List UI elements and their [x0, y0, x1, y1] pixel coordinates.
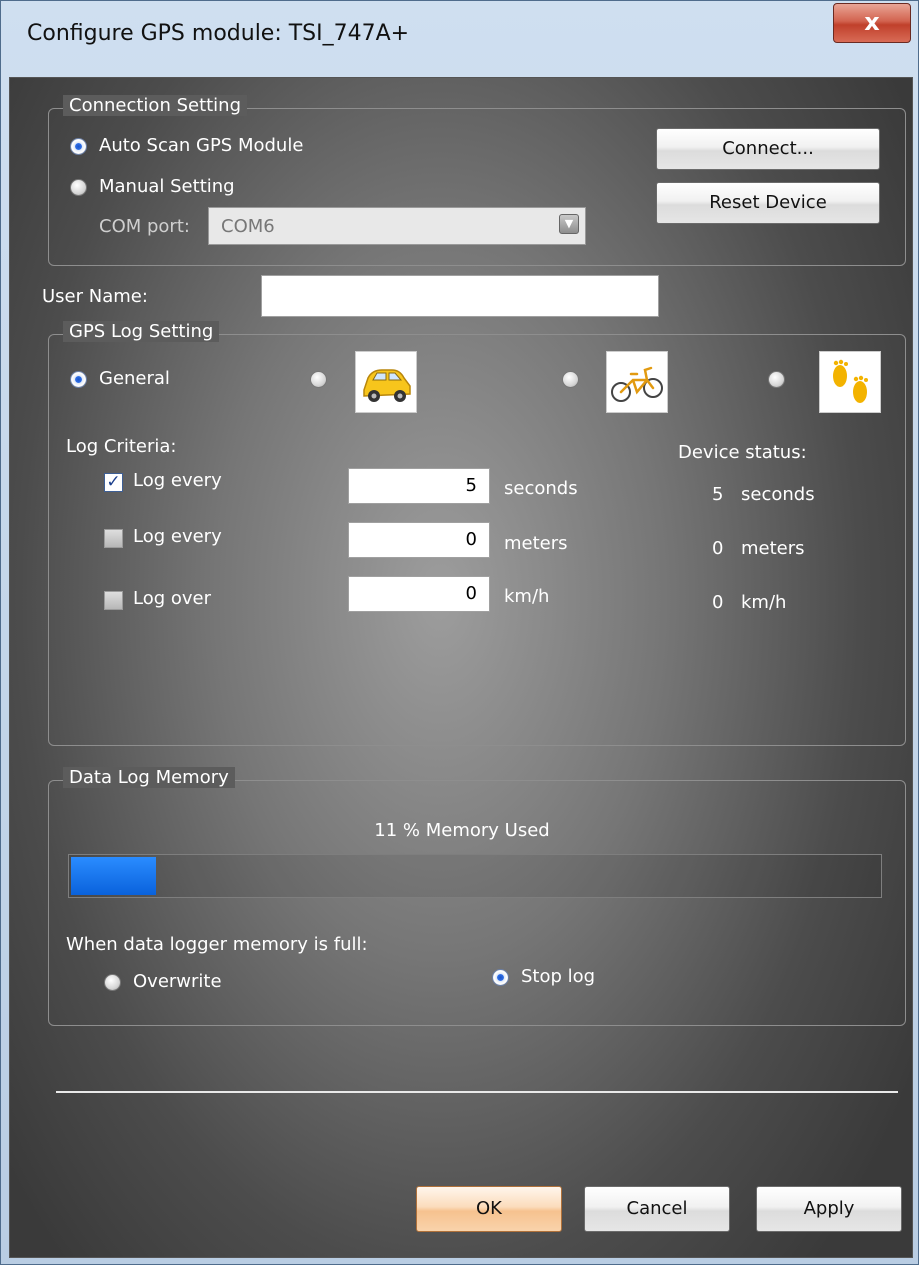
com-port-select[interactable]: COM6 ▼ [208, 207, 586, 245]
status-speed-unit: km/h [741, 592, 787, 613]
data-log-memory-legend: Data Log Memory [63, 767, 235, 788]
memory-full-label: When data logger memory is full: [66, 934, 368, 955]
connect-button[interactable]: Connect... [656, 128, 880, 170]
title-bar[interactable]: Configure GPS module: TSI_747A+ x [1, 1, 919, 77]
close-button[interactable]: x [833, 3, 911, 43]
log-every-meters-input[interactable]: 0 [348, 522, 490, 558]
profile-general-label[interactable]: General [99, 368, 170, 389]
manual-setting-radio[interactable] [70, 179, 87, 196]
chevron-down-icon[interactable]: ▼ [559, 214, 579, 234]
auto-scan-label[interactable]: Auto Scan GPS Module [99, 135, 303, 156]
profile-bicycle-radio[interactable] [562, 371, 579, 388]
status-seconds-unit: seconds [741, 484, 815, 505]
status-seconds-value: 5 [712, 484, 724, 505]
log-every-seconds-unit: seconds [504, 478, 578, 499]
com-port-label: COM port: [99, 216, 190, 237]
window-title: Configure GPS module: TSI_747A+ [27, 21, 410, 46]
memory-progress-bar [68, 854, 882, 898]
apply-button[interactable]: Apply [756, 1186, 902, 1232]
log-every-meters-checkbox[interactable] [104, 529, 123, 548]
footer-divider [56, 1091, 898, 1093]
status-speed-value: 0 [712, 592, 724, 613]
user-name-input[interactable] [261, 275, 659, 317]
status-meters-value: 0 [712, 538, 724, 559]
log-over-speed-input[interactable]: 0 [348, 576, 490, 612]
manual-setting-label[interactable]: Manual Setting [99, 176, 235, 197]
memory-progress-fill [71, 857, 157, 895]
log-over-speed-checkbox[interactable] [104, 591, 123, 610]
device-status-label: Device status: [678, 442, 807, 463]
profile-general-radio[interactable] [70, 371, 87, 388]
log-every-seconds-label: Log every [133, 470, 222, 491]
log-every-seconds-checkbox[interactable]: ✓ [104, 473, 123, 492]
status-meters-unit: meters [741, 538, 805, 559]
dialog-body: Connection Setting Auto Scan GPS Module … [9, 77, 913, 1258]
log-every-seconds-input[interactable]: 5 [348, 468, 490, 504]
configure-gps-dialog: Configure GPS module: TSI_747A+ x Connec… [0, 0, 919, 1265]
log-over-speed-unit: km/h [504, 586, 550, 607]
profile-car-radio[interactable] [310, 371, 327, 388]
bicycle-icon[interactable] [606, 351, 668, 413]
stop-log-label[interactable]: Stop log [521, 966, 595, 987]
footprints-icon[interactable] [819, 351, 881, 413]
log-criteria-label: Log Criteria: [66, 436, 177, 457]
stop-log-radio[interactable] [492, 969, 509, 986]
log-every-meters-label: Log every [133, 526, 222, 547]
car-icon[interactable] [355, 351, 417, 413]
gps-log-setting-legend: GPS Log Setting [63, 321, 220, 342]
auto-scan-radio[interactable] [70, 138, 87, 155]
com-port-value: COM6 [221, 216, 275, 237]
overwrite-radio[interactable] [104, 974, 121, 991]
log-over-speed-label: Log over [133, 588, 212, 609]
cancel-button[interactable]: Cancel [584, 1186, 730, 1232]
log-every-meters-unit: meters [504, 533, 568, 554]
overwrite-label[interactable]: Overwrite [133, 971, 222, 992]
reset-device-button[interactable]: Reset Device [656, 182, 880, 224]
profile-walking-radio[interactable] [768, 371, 785, 388]
user-name-label: User Name: [42, 286, 148, 307]
memory-used-text: 11 % Memory Used [374, 820, 550, 841]
ok-button[interactable]: OK [416, 1186, 562, 1232]
connection-setting-legend: Connection Setting [63, 95, 248, 116]
